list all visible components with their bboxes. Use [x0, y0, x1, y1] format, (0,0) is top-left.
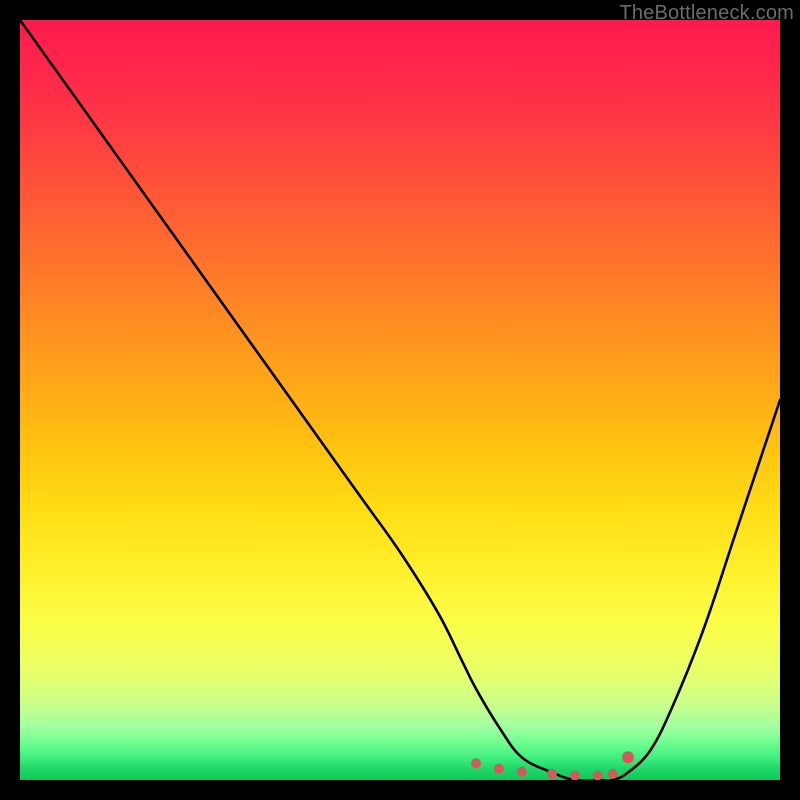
trough-marker [622, 751, 634, 763]
plot-area [20, 20, 780, 780]
trough-marker [608, 769, 618, 779]
chart-frame: TheBottleneck.com [0, 0, 800, 800]
trough-marker-group [471, 751, 634, 780]
trough-marker [471, 758, 481, 768]
trough-marker [517, 767, 527, 777]
bottleneck-curve [20, 20, 780, 780]
trough-marker [547, 769, 557, 779]
trough-marker [593, 770, 603, 780]
trough-marker [494, 764, 504, 774]
trough-marker [570, 770, 580, 780]
curve-svg [20, 20, 780, 780]
